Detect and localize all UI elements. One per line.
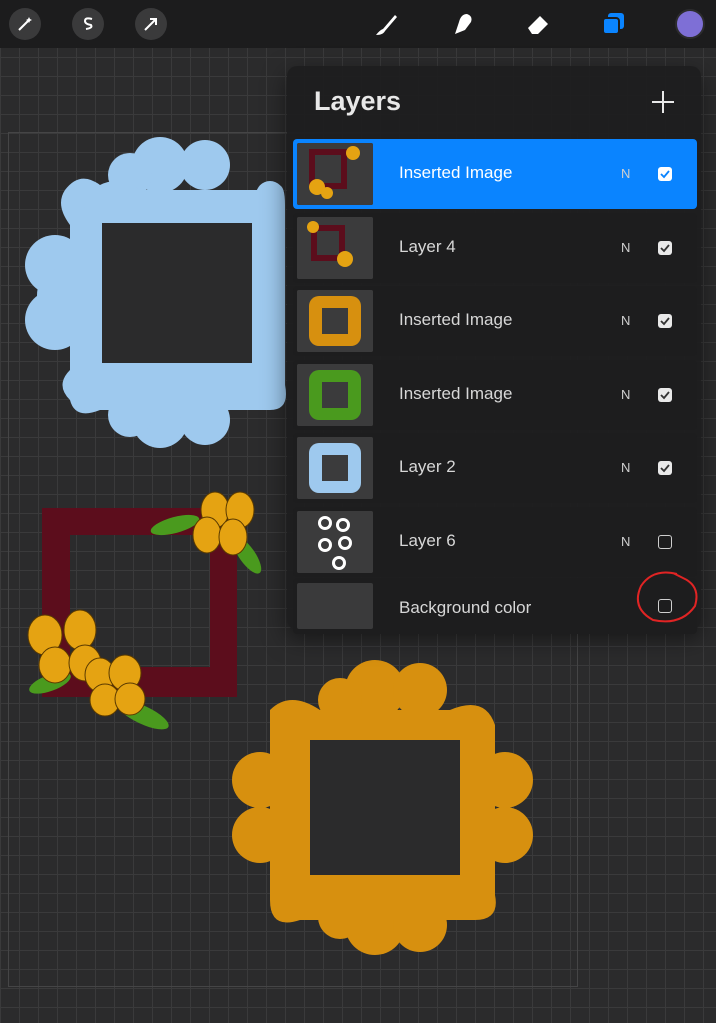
selection-s-icon[interactable]: [72, 8, 104, 40]
blend-mode[interactable]: N: [621, 313, 630, 328]
layer-thumbnail: [297, 437, 373, 499]
visibility-checkbox[interactable]: [658, 388, 672, 402]
blend-mode[interactable]: N: [621, 387, 630, 402]
layer-thumbnail: [297, 364, 373, 426]
orange-ornate-frame: [232, 660, 533, 955]
top-toolbar: [0, 0, 716, 48]
visibility-checkbox[interactable]: [658, 167, 672, 181]
blend-mode[interactable]: N: [621, 534, 630, 549]
layer-thumbnail: [297, 290, 373, 352]
blend-mode[interactable]: N: [621, 240, 630, 255]
blend-mode[interactable]: N: [621, 460, 630, 475]
visibility-checkbox[interactable]: [658, 461, 672, 475]
blue-ornate-frame: [25, 137, 286, 448]
blend-mode[interactable]: N: [621, 166, 630, 181]
red-circle-annotation: [637, 571, 698, 623]
current-color-swatch[interactable]: [675, 9, 705, 39]
layer-name: Layer 4: [399, 237, 456, 256]
layer-name: Layer 2: [399, 457, 456, 476]
layer-row-layer-6[interactable]: Layer 6 N: [293, 507, 697, 577]
visibility-checkbox[interactable]: [658, 241, 672, 255]
visibility-checkbox[interactable]: [658, 314, 672, 328]
layer-row-inserted-image-2[interactable]: Inserted Image N: [293, 286, 697, 356]
layers-panel: Layers Inserted Image N Layer 4 N Insert…: [287, 66, 701, 634]
layer-name: Inserted Image: [399, 163, 513, 182]
layer-row-inserted-image-3[interactable]: Inserted Image N: [293, 360, 697, 430]
layer-name: Inserted Image: [399, 384, 513, 403]
visibility-checkbox[interactable]: [658, 535, 672, 549]
brush-icon[interactable]: [368, 6, 404, 42]
layer-row-inserted-image-1[interactable]: Inserted Image N: [293, 139, 697, 209]
layer-thumbnail: [297, 511, 373, 573]
smudge-icon[interactable]: [445, 6, 481, 42]
layer-row-layer-2[interactable]: Layer 2 N: [293, 433, 697, 503]
panel-title: Layers: [314, 86, 402, 116]
layer-name: Background color: [399, 598, 532, 617]
eraser-icon[interactable]: [520, 6, 556, 42]
layers-icon[interactable]: [595, 6, 631, 42]
layer-row-layer-4[interactable]: Layer 4 N: [293, 213, 697, 283]
layer-name: Inserted Image: [399, 310, 513, 329]
magic-wand-icon[interactable]: [9, 8, 41, 40]
background-color-swatch[interactable]: [297, 583, 373, 629]
layer-name: Layer 6: [399, 531, 456, 550]
plus-icon[interactable]: [649, 88, 677, 116]
layer-thumbnail: [297, 143, 373, 205]
layer-thumbnail: [297, 217, 373, 279]
transform-arrow-icon[interactable]: [135, 8, 167, 40]
